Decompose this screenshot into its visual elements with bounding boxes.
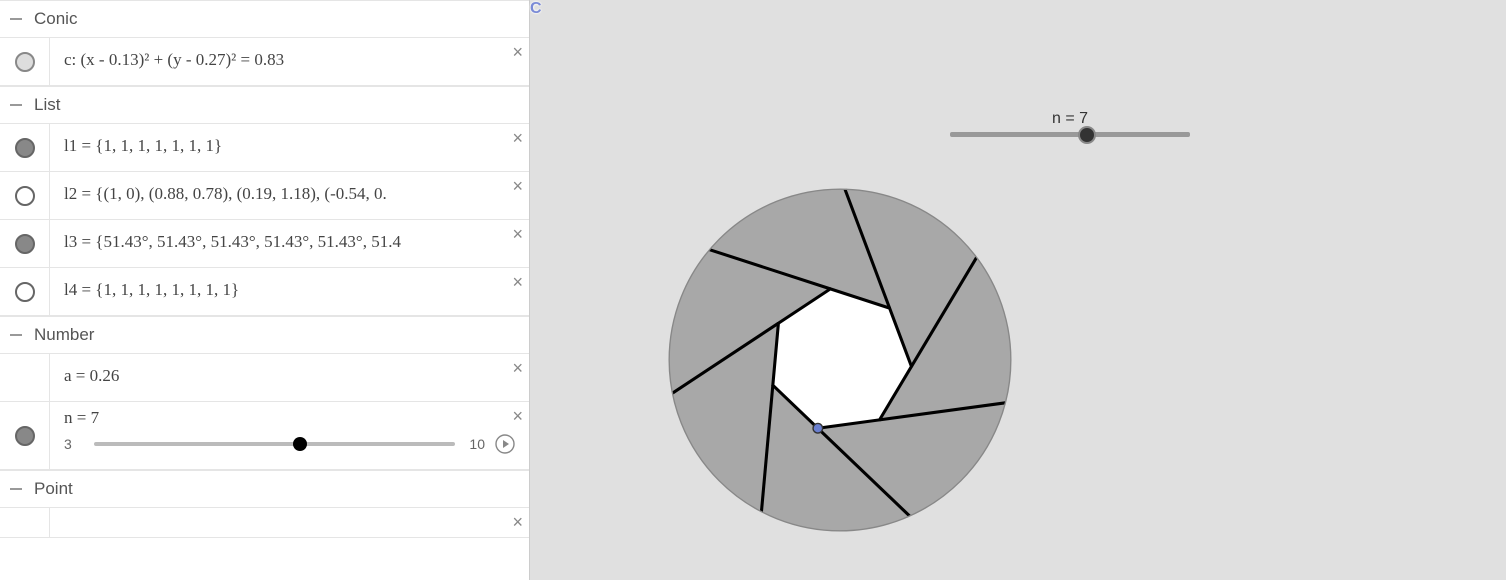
slider-label: n = 7 (64, 408, 515, 428)
aperture-diagram (635, 155, 1045, 565)
slider-track[interactable] (94, 442, 455, 446)
expression[interactable]: l1 = {1, 1, 1, 1, 1, 1, 1} (50, 124, 529, 171)
graphics-view[interactable]: n = 7 C (530, 0, 1506, 580)
section-title: List (34, 95, 60, 115)
visibility-toggle[interactable] (0, 354, 50, 401)
slider-thumb[interactable] (293, 437, 307, 451)
algebra-row-a[interactable]: a = 0.26 × (0, 354, 529, 402)
section-title: Number (34, 325, 94, 345)
algebra-row-l3[interactable]: l3 = {51.43°, 51.43°, 51.43°, 51.43°, 51… (0, 220, 529, 268)
collapse-icon (10, 488, 22, 490)
visibility-toggle[interactable] (0, 124, 50, 171)
canvas-slider-thumb[interactable] (1078, 126, 1096, 144)
expression[interactable]: l4 = {1, 1, 1, 1, 1, 1, 1, 1} (50, 268, 529, 315)
slider-max: 10 (465, 436, 485, 452)
play-icon[interactable] (495, 434, 515, 454)
section-title: Conic (34, 9, 77, 29)
expression[interactable]: l2 = {(1, 0), (0.88, 0.78), (0.19, 1.18)… (50, 172, 529, 219)
expression[interactable]: c: (x - 0.13)² + (y - 0.27)² = 0.83 (50, 38, 529, 85)
canvas-slider-track[interactable] (950, 132, 1190, 137)
visibility-toggle[interactable] (0, 268, 50, 315)
visibility-toggle[interactable] (0, 402, 50, 469)
expression[interactable]: a = 0.26 (50, 354, 529, 401)
algebra-row-n-slider[interactable]: n = 7 3 10 × (0, 402, 529, 470)
expression[interactable]: l3 = {51.43°, 51.43°, 51.43°, 51.43°, 51… (50, 220, 529, 267)
algebra-row-point-placeholder[interactable]: × (0, 508, 529, 538)
expression[interactable] (50, 508, 529, 537)
canvas-slider-n[interactable]: n = 7 (950, 110, 1190, 137)
algebra-row-conic-c[interactable]: c: (x - 0.13)² + (y - 0.27)² = 0.83 × (0, 38, 529, 86)
algebra-row-l4[interactable]: l4 = {1, 1, 1, 1, 1, 1, 1, 1} × (0, 268, 529, 316)
section-title: Point (34, 479, 73, 499)
section-header-list[interactable]: List (0, 86, 529, 124)
algebra-row-l1[interactable]: l1 = {1, 1, 1, 1, 1, 1, 1} × (0, 124, 529, 172)
slider-min: 3 (64, 436, 84, 452)
close-icon[interactable]: × (512, 176, 523, 197)
canvas-slider-label: n = 7 (950, 110, 1190, 128)
collapse-icon (10, 104, 22, 106)
visibility-toggle[interactable] (0, 508, 50, 537)
section-header-number[interactable]: Number (0, 316, 529, 354)
close-icon[interactable]: × (512, 42, 523, 63)
visibility-toggle[interactable] (0, 38, 50, 85)
algebra-panel[interactable]: Conic c: (x - 0.13)² + (y - 0.27)² = 0.8… (0, 0, 530, 580)
algebra-row-l2[interactable]: l2 = {(1, 0), (0.88, 0.78), (0.19, 1.18)… (0, 172, 529, 220)
close-icon[interactable]: × (512, 272, 523, 293)
visibility-toggle[interactable] (0, 220, 50, 267)
collapse-icon (10, 334, 22, 336)
section-header-point[interactable]: Point (0, 470, 529, 508)
visibility-toggle[interactable] (0, 172, 50, 219)
section-header-conic[interactable]: Conic (0, 0, 529, 38)
close-icon[interactable]: × (512, 512, 523, 533)
point-c-label: C (530, 0, 542, 18)
close-icon[interactable]: × (512, 358, 523, 379)
close-icon[interactable]: × (512, 128, 523, 149)
close-icon[interactable]: × (512, 406, 523, 427)
close-icon[interactable]: × (512, 224, 523, 245)
collapse-icon (10, 18, 22, 20)
